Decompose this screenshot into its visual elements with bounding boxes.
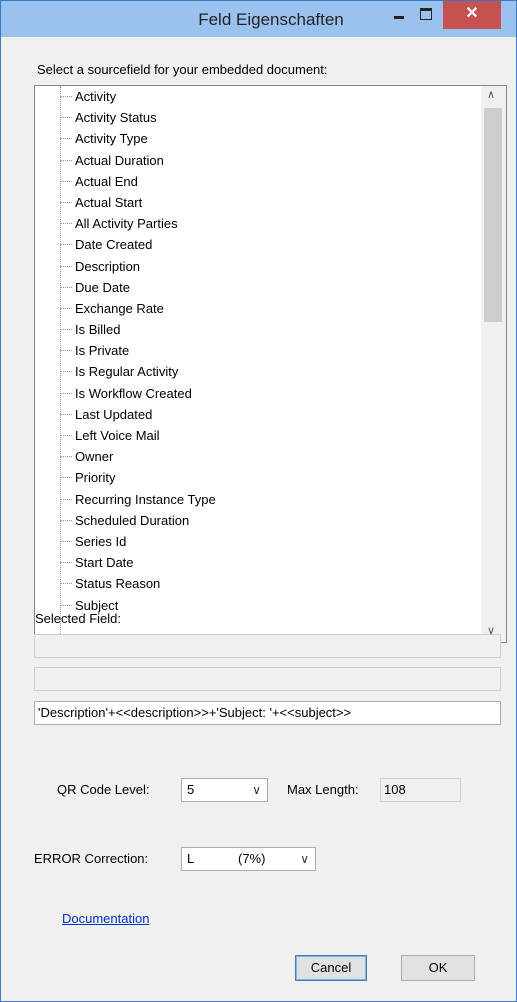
list-item[interactable]: Left Voice Mail bbox=[35, 425, 475, 446]
max-length-label: Max Length: bbox=[287, 782, 359, 797]
list-item[interactable]: Activity Status bbox=[35, 107, 475, 128]
close-button[interactable]: ✕ bbox=[443, 1, 501, 29]
error-correction-percent: (7%) bbox=[238, 851, 266, 866]
qr-level-value: 5 bbox=[187, 782, 195, 797]
ok-button[interactable]: OK bbox=[401, 955, 475, 981]
error-correction-select[interactable]: L (7%) ∨ bbox=[181, 847, 316, 871]
source-label: Select a sourcefield for your embedded d… bbox=[37, 62, 328, 77]
error-correction-value: L bbox=[187, 851, 195, 866]
list-item[interactable]: Last Updated bbox=[35, 404, 475, 425]
qr-level-label: QR Code Level: bbox=[57, 782, 150, 797]
chevron-down-icon: ∨ bbox=[252, 783, 261, 797]
selected-field-label: Selected Field: bbox=[35, 611, 121, 626]
maximize-button[interactable] bbox=[413, 1, 439, 29]
list-item[interactable]: Start Date bbox=[35, 552, 475, 573]
list-item[interactable]: Priority bbox=[35, 467, 475, 488]
selected-field-secondary[interactable] bbox=[34, 667, 501, 691]
documentation-link[interactable]: Documentation bbox=[62, 911, 149, 926]
list-item[interactable]: Actual Start bbox=[35, 192, 475, 213]
list-item[interactable]: Activity bbox=[35, 86, 475, 107]
list-item[interactable]: Owner bbox=[35, 446, 475, 467]
list-item[interactable]: Scheduled Duration bbox=[35, 510, 475, 531]
error-correction-label: ERROR Correction: bbox=[34, 851, 149, 866]
dialog-content: Select a sourcefield for your embedded d… bbox=[9, 37, 508, 993]
chevron-down-icon: ∨ bbox=[300, 852, 309, 866]
scrollbar-thumb[interactable] bbox=[484, 108, 502, 322]
list-item[interactable]: Actual End bbox=[35, 171, 475, 192]
expression-input[interactable]: 'Description'+<<description>>+'Subject: … bbox=[34, 701, 501, 725]
vertical-scrollbar[interactable]: ∧ ∨ bbox=[481, 86, 506, 642]
list-item[interactable]: Series Id bbox=[35, 531, 475, 552]
window-title: Feld Eigenschaften bbox=[198, 10, 344, 29]
list-item[interactable]: Actual Duration bbox=[35, 150, 475, 171]
list-item[interactable]: Is Billed bbox=[35, 319, 475, 340]
dialog-window: Feld Eigenschaften ✕ Select a sourcefiel… bbox=[0, 0, 517, 1002]
list-item[interactable]: Is Private bbox=[35, 340, 475, 361]
list-item[interactable]: All Activity Parties bbox=[35, 213, 475, 234]
cancel-button[interactable]: Cancel bbox=[295, 955, 367, 981]
list-item[interactable]: Status Reason bbox=[35, 573, 475, 594]
selected-field-input[interactable] bbox=[34, 634, 501, 658]
max-length-field[interactable]: 108 bbox=[380, 778, 461, 802]
minimize-button[interactable] bbox=[385, 1, 411, 29]
list-item[interactable]: Date Created bbox=[35, 234, 475, 255]
list-item[interactable]: Exchange Rate bbox=[35, 298, 475, 319]
list-item[interactable]: Activity Type bbox=[35, 128, 475, 149]
list-item[interactable]: Is Workflow Created bbox=[35, 383, 475, 404]
sourcefield-items: Activity Activity Status Activity Type Actu… bbox=[35, 86, 475, 616]
list-item[interactable]: Recurring Instance Type bbox=[35, 489, 475, 510]
list-item[interactable]: Description bbox=[35, 256, 475, 277]
list-item[interactable]: Is Regular Activity bbox=[35, 361, 475, 382]
close-icon: ✕ bbox=[465, 5, 479, 22]
qr-level-select[interactable]: 5 ∨ bbox=[181, 778, 268, 802]
list-item[interactable]: Due Date bbox=[35, 277, 475, 298]
scroll-up-icon[interactable]: ∧ bbox=[487, 88, 495, 101]
title-bar[interactable]: Feld Eigenschaften ✕ bbox=[1, 1, 516, 37]
sourcefield-list[interactable]: Activity Activity Status Activity Type Actu… bbox=[34, 85, 507, 643]
